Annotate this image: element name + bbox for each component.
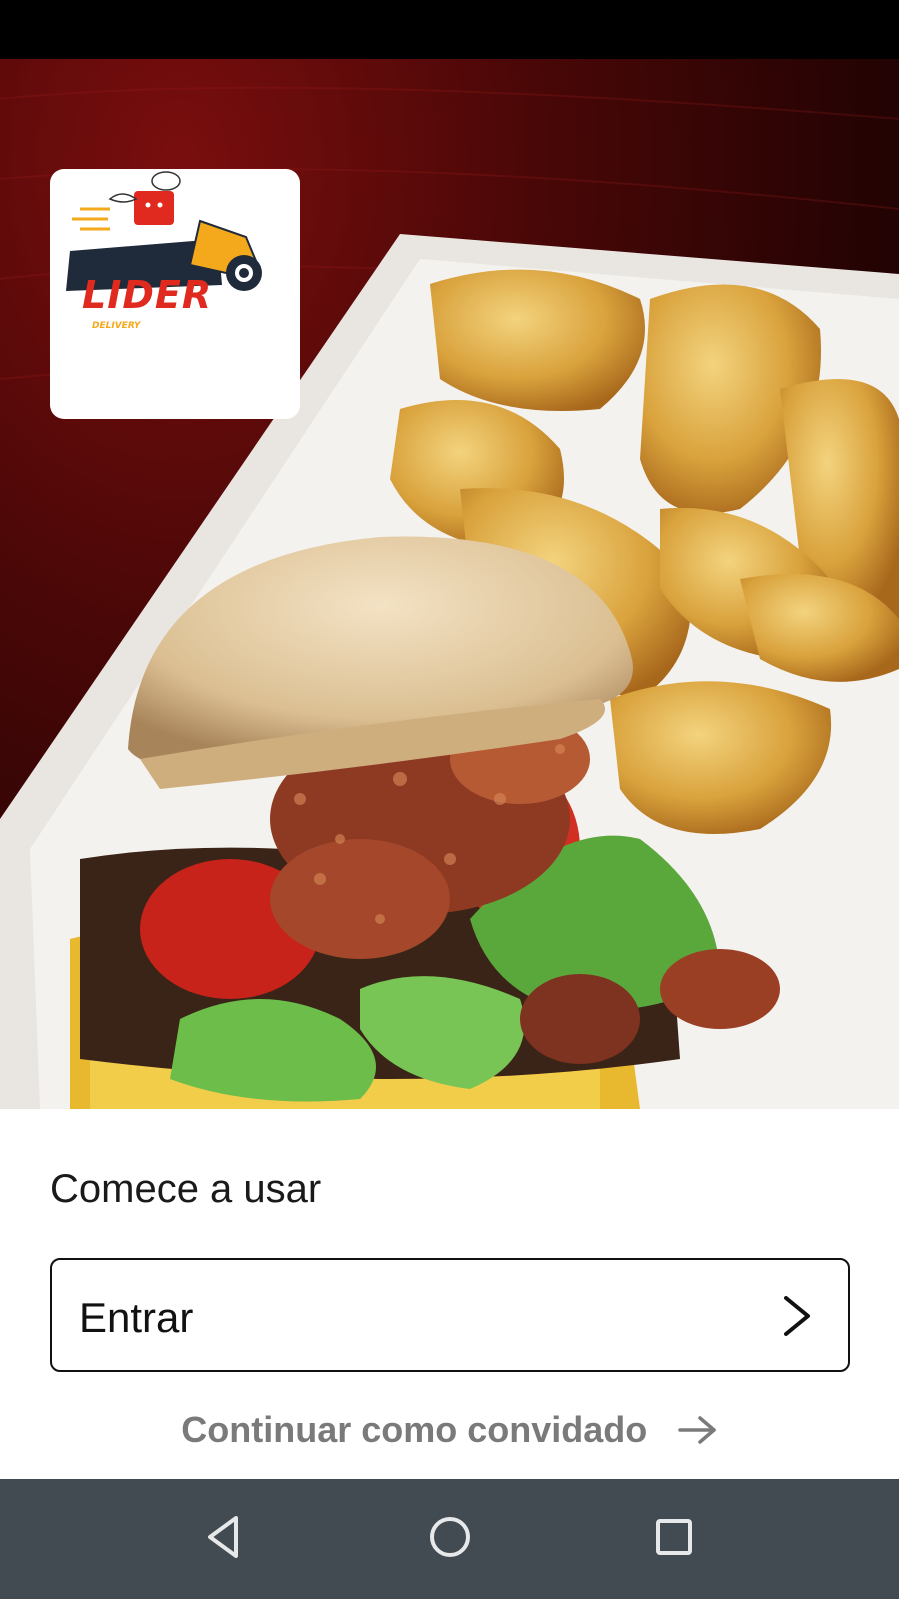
home-circle-icon[interactable] [425, 1512, 475, 1562]
system-nav-bar [0, 1479, 899, 1599]
hero-image: LIDER DELIVERY [0, 59, 899, 1109]
back-triangle-icon[interactable] [200, 1512, 250, 1562]
continue-as-guest-link[interactable]: Continuar como convidado [0, 1409, 899, 1451]
brand-logo: LIDER DELIVERY [50, 169, 300, 419]
status-bar [0, 0, 899, 59]
recents-square-icon[interactable] [649, 1512, 699, 1562]
logo-subtext: DELIVERY [92, 321, 141, 331]
logo-wordmark: LIDER [82, 273, 213, 317]
guest-link-label: Continuar como convidado [181, 1409, 648, 1450]
login-button[interactable]: Entrar [50, 1258, 850, 1372]
arrow-right-icon [677, 1416, 716, 1444]
login-button-label: Entrar [79, 1294, 194, 1341]
sheet-title: Comece a usar [50, 1167, 322, 1211]
get-started-sheet: Comece a usar Entrar Continuar como conv… [0, 1109, 899, 1479]
chevron-right-icon [784, 1296, 810, 1336]
